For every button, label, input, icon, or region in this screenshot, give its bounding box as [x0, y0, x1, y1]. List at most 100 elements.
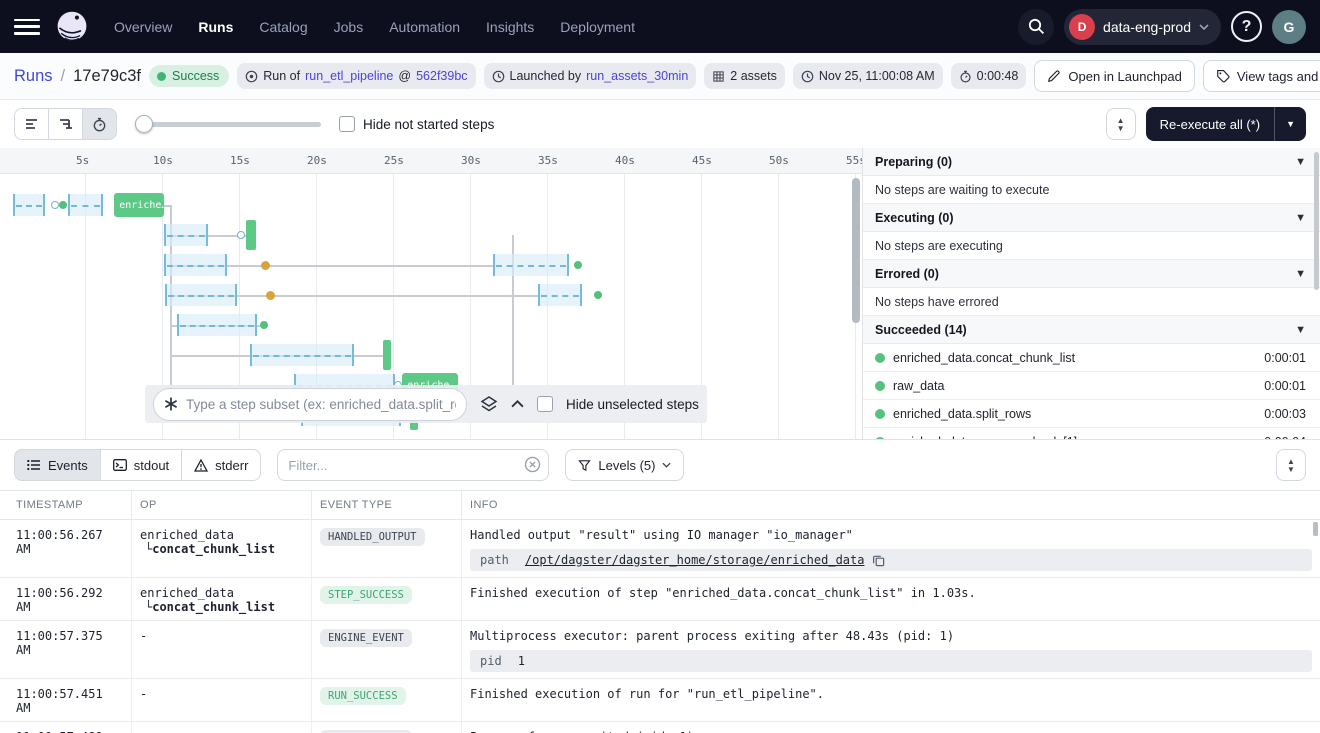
layers-icon-button[interactable] [480, 395, 498, 413]
gantt-materialization-dot[interactable] [266, 291, 275, 300]
gantt-flat-mode-button[interactable] [14, 108, 49, 140]
section-header-errored[interactable]: Errored (0)▼ [863, 260, 1320, 288]
succeeded-step-row[interactable]: enriched_data.process_chunk [1]0:00:04 [863, 428, 1320, 439]
run-visualization: 5s10s15s20s25s30s35s40s45s50s55s enriche… [0, 148, 1320, 440]
nav-item-catalog[interactable]: Catalog [259, 19, 307, 35]
gantt-success-dot[interactable] [574, 261, 582, 269]
event-log-row[interactable]: 11:00:57.451 AM-RUN_SUCCESSFinished exec… [0, 679, 1320, 722]
gantt-toolbar: Hide not started steps ▲▼ Re-execute all… [0, 100, 1320, 148]
gantt-success-dot[interactable] [59, 201, 67, 209]
event-type-cell: STEP_SUCCESS [312, 578, 462, 620]
gantt-waiting-bar[interactable] [164, 224, 209, 246]
reexecute-caret[interactable]: ▼ [1274, 107, 1306, 141]
log-filter-input[interactable] [277, 449, 549, 481]
gantt-waiting-bar[interactable] [164, 254, 227, 276]
menu-icon[interactable] [14, 17, 40, 37]
expand-collapse-button[interactable]: ▲▼ [1106, 108, 1136, 140]
steps-panel-scrollbar-thumb[interactable] [1314, 152, 1319, 290]
help-button[interactable]: ? [1231, 11, 1262, 42]
gantt-success-dot[interactable] [594, 291, 602, 299]
nav-item-insights[interactable]: Insights [486, 19, 534, 35]
succeeded-step-row[interactable]: raw_data0:00:01 [863, 372, 1320, 400]
gantt-success-dot[interactable] [260, 321, 268, 329]
zoom-slider-handle[interactable] [135, 115, 153, 133]
tab-stdout[interactable]: stdout [100, 449, 182, 481]
section-header-executing[interactable]: Executing (0)▼ [863, 204, 1320, 232]
tab-events[interactable]: Events [14, 449, 101, 481]
status-dot [157, 72, 166, 81]
step-subset-input[interactable] [153, 388, 467, 421]
nav-item-runs[interactable]: Runs [198, 19, 233, 35]
section-header-succeeded[interactable]: Succeeded (14)▼ [863, 316, 1320, 344]
event-log-scrollbar-thumb[interactable] [1313, 522, 1318, 536]
gantt-pending-dot[interactable] [51, 201, 59, 209]
gantt-scrollbar[interactable] [852, 178, 860, 434]
pipeline-link[interactable]: run_etl_pipeline [305, 69, 393, 83]
clock-icon [801, 70, 814, 83]
gantt-success-bar-labeled[interactable]: enriche… [114, 193, 163, 217]
event-log-row[interactable]: 11:00:57.489 AM-ENGINE_EVENTProcess for … [0, 722, 1320, 733]
gantt-waiting-bar[interactable] [13, 194, 45, 216]
event-timestamp: 11:00:57.375 AM [0, 621, 132, 678]
gantt-waiting-bar[interactable] [493, 254, 568, 276]
col-op: OP [132, 491, 312, 519]
dagster-logo[interactable] [54, 9, 90, 45]
tag-datetime[interactable]: Nov 25, 11:00:08 AM [793, 63, 943, 89]
col-event-type: EVENT TYPE [312, 491, 462, 519]
nav-item-jobs[interactable]: Jobs [334, 19, 364, 35]
gantt-scrollbar-thumb[interactable] [852, 178, 860, 323]
gantt-pending-dot[interactable] [237, 231, 245, 239]
event-log-row[interactable]: 11:00:56.292 AMenriched_data└concat_chun… [0, 578, 1320, 621]
chevron-down-icon: ▼ [1295, 212, 1306, 224]
gantt-waiting-bar[interactable] [250, 344, 355, 366]
tag-duration[interactable]: 0:00:48 [951, 63, 1027, 89]
nav-item-automation[interactable]: Automation [389, 19, 460, 35]
gantt-waterfall-mode-button[interactable] [48, 108, 83, 140]
gantt-waiting-bar[interactable] [165, 284, 237, 306]
gantt-chart[interactable]: 5s10s15s20s25s30s35s40s45s50s55s enriche… [0, 148, 862, 439]
event-log-row[interactable]: 11:00:56.267 AMenriched_data└concat_chun… [0, 520, 1320, 578]
gantt-success-bar[interactable] [246, 220, 256, 250]
trigger-link[interactable]: run_assets_30min [586, 69, 688, 83]
tag-assets[interactable]: 2 assets [704, 63, 785, 89]
tag-launched-by[interactable]: Launched by run_assets_30min [484, 63, 697, 89]
gantt-materialization-dot[interactable] [261, 261, 270, 270]
hide-not-started-checkbox[interactable] [339, 116, 355, 132]
event-metadata-row: path/opt/dagster/dagster_home/storage/en… [470, 549, 1312, 571]
metadata-path-link[interactable]: /opt/dagster/dagster_home/storage/enrich… [525, 553, 865, 567]
nav-item-overview[interactable]: Overview [114, 19, 172, 35]
section-title: Succeeded (14) [875, 323, 967, 337]
tab-stderr[interactable]: stderr [181, 449, 261, 481]
commit-link[interactable]: 562f39bc [416, 69, 467, 83]
gantt-success-bar[interactable] [383, 340, 391, 370]
collapse-overlay-button[interactable] [511, 400, 524, 408]
gantt-waiting-bar[interactable] [177, 314, 257, 336]
workspace-switcher[interactable]: D data-eng-prod [1064, 9, 1221, 45]
event-log-row[interactable]: 11:00:57.375 AM-ENGINE_EVENTMultiprocess… [0, 621, 1320, 679]
section-header-preparing[interactable]: Preparing (0)▼ [863, 148, 1320, 176]
reexecute-all-button[interactable]: Re-execute all (*) ▼ [1146, 107, 1306, 141]
step-success-dot [875, 381, 885, 391]
breadcrumb-runs-link[interactable]: Runs [14, 67, 53, 86]
event-timestamp: 11:00:56.267 AM [0, 520, 132, 577]
gantt-timed-mode-button[interactable] [82, 108, 117, 140]
levels-dropdown[interactable]: Levels (5) [565, 449, 684, 481]
succeeded-step-row[interactable]: enriched_data.concat_chunk_list0:00:01 [863, 344, 1320, 372]
hide-unselected-checkbox[interactable] [537, 396, 553, 412]
search-button[interactable] [1018, 9, 1054, 45]
nav-right: D data-eng-prod ? G [1018, 9, 1306, 45]
view-tags-config-button[interactable]: View tags and config [1203, 60, 1320, 92]
user-avatar[interactable]: G [1272, 10, 1306, 44]
log-sort-button[interactable]: ▲▼ [1276, 449, 1306, 481]
open-in-launchpad-button[interactable]: Open in Launchpad [1034, 60, 1194, 92]
gantt-waiting-bar[interactable] [538, 284, 583, 306]
event-type-cell: RUN_SUCCESS [312, 679, 462, 721]
succeeded-step-row[interactable]: enriched_data.split_rows0:00:03 [863, 400, 1320, 428]
zoom-slider[interactable] [135, 115, 321, 133]
clear-filter-icon[interactable] [524, 456, 541, 473]
chevron-down-icon [1199, 24, 1209, 30]
nav-item-deployment[interactable]: Deployment [560, 19, 635, 35]
tag-run-of[interactable]: Run of run_etl_pipeline @ 562f39bc [237, 63, 475, 89]
copy-icon[interactable] [872, 554, 885, 567]
gantt-waiting-bar[interactable] [68, 194, 103, 216]
